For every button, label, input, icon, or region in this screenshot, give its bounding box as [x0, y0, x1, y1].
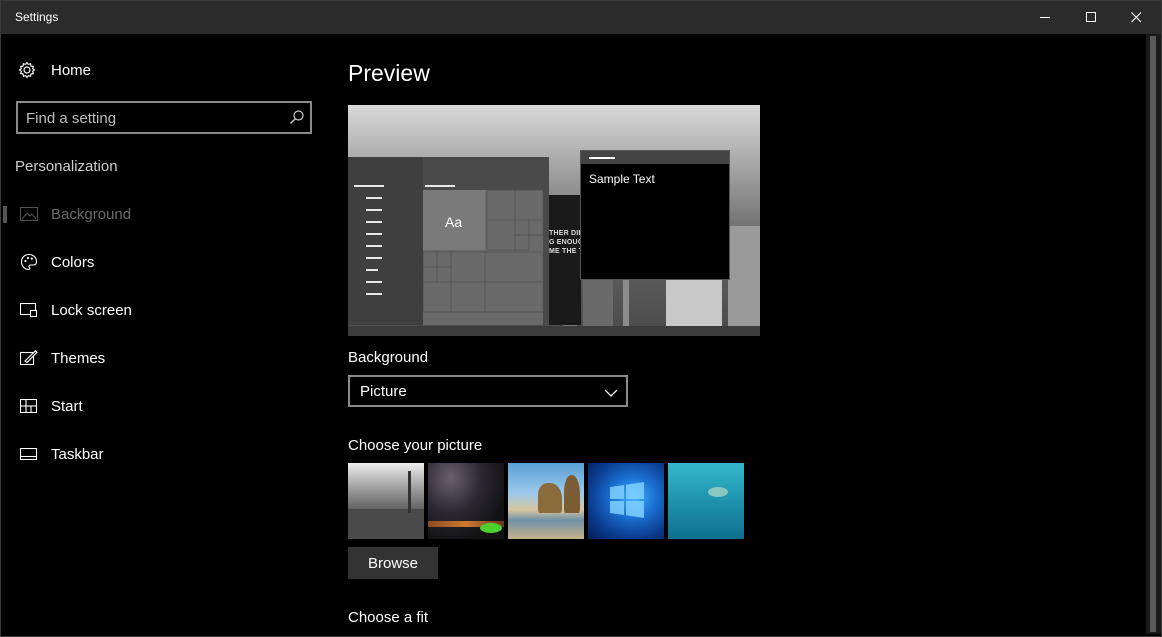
home-nav-item[interactable]: Home	[15, 56, 91, 84]
preview-rail-line	[366, 221, 382, 223]
scrollbar[interactable]	[1146, 34, 1161, 634]
sidebar-item-colors[interactable]: Colors	[3, 238, 329, 286]
brush-icon	[17, 346, 41, 370]
selection-indicator	[3, 206, 7, 223]
sidebar-item-label: Start	[51, 397, 83, 415]
preview-tiles: Aa	[423, 190, 543, 325]
choose-picture-label: Choose your picture	[348, 437, 483, 454]
sidebar-item-label: Colors	[51, 253, 95, 271]
search-box[interactable]	[16, 101, 312, 134]
preview-tiles-header	[425, 185, 455, 187]
preview-dark-area	[549, 195, 581, 325]
preview-building	[666, 276, 722, 326]
preview-building	[728, 226, 760, 326]
preview-rail-line	[366, 293, 382, 295]
scrollbar-thumb[interactable]	[1150, 36, 1156, 632]
preview-tile-grid	[423, 190, 543, 313]
preview-taskbar	[348, 326, 760, 336]
home-label: Home	[51, 61, 92, 79]
title-bar[interactable]: Settings	[1, 1, 1161, 34]
browse-button[interactable]: Browse	[348, 547, 438, 579]
sidebar-item-start[interactable]: Start	[3, 382, 329, 430]
window-title: Settings	[15, 10, 59, 24]
preview-rail-line	[366, 245, 382, 247]
maximize-button[interactable]	[1068, 1, 1114, 34]
preview-sample-text: Sample Text	[589, 172, 655, 186]
choose-fit-label: Choose a fit	[348, 609, 429, 626]
preview-window-titlebar	[581, 151, 729, 164]
sidebar-item-label: Taskbar	[51, 445, 104, 463]
sidebar-item-taskbar[interactable]: Taskbar	[3, 430, 329, 478]
background-preview: THER DIE G ENOUG ME THE T Aa Sample Text	[348, 105, 760, 336]
windows-logo-thumbnail[interactable]	[588, 463, 664, 539]
gear-icon	[15, 58, 39, 82]
chevron-down-icon	[604, 385, 618, 403]
underwater-thumbnail[interactable]	[668, 463, 744, 539]
preview-start-rail	[348, 157, 423, 325]
preview-start-menu: Aa	[348, 157, 549, 325]
page-title: Preview	[348, 60, 430, 86]
preview-wallpaper-text: THER DIE G ENOUG ME THE T	[549, 229, 583, 256]
sidebar-item-background[interactable]: Background	[3, 190, 329, 238]
maximize-icon	[1085, 12, 1096, 22]
preview-rail-line	[354, 185, 384, 187]
close-button[interactable]	[1113, 1, 1159, 34]
beach-rocks-thumbnail[interactable]	[508, 463, 584, 539]
background-dropdown-value: Picture	[360, 383, 407, 400]
minimize-icon	[1039, 17, 1050, 18]
preview-rail-line	[366, 209, 382, 211]
preview-rail-line	[366, 197, 382, 199]
taskbar-icon	[17, 442, 41, 466]
sidebar-item-label: Background	[51, 205, 132, 223]
background-dropdown[interactable]: Picture	[348, 375, 628, 407]
personalization-nav: Background Colors Lock screen Themes Sta…	[3, 190, 329, 478]
preview-rail-line	[366, 281, 382, 283]
wallpaper-text-line: ME THE T	[549, 248, 584, 255]
settings-window: Settings Home Personali	[0, 0, 1162, 637]
preview-rail-line	[366, 269, 378, 271]
sidebar-item-themes[interactable]: Themes	[3, 334, 329, 382]
close-icon	[1130, 12, 1141, 23]
preview-rail-line	[366, 257, 382, 259]
preview-window: Sample Text	[580, 150, 730, 280]
wallpaper-text-line: G ENOUG	[549, 239, 584, 246]
picture-icon	[17, 202, 41, 226]
lock-screen-icon	[17, 298, 41, 322]
picture-thumbnails	[348, 463, 744, 539]
background-label: Background	[348, 349, 429, 366]
palette-icon	[17, 250, 41, 274]
sidebar-item-label: Lock screen	[51, 301, 132, 319]
search-icon[interactable]	[289, 109, 305, 130]
wallpaper-text-line: THER DIE	[549, 230, 584, 237]
preview-rail-line	[366, 233, 382, 235]
city-skyline-thumbnail[interactable]	[348, 463, 424, 539]
section-title: Personalization	[15, 158, 118, 175]
night-sky-thumbnail[interactable]	[428, 463, 504, 539]
sidebar-item-label: Themes	[51, 349, 106, 367]
sidebar: Home Personalization Background Colors	[3, 34, 329, 634]
main-content: Preview THER DIE G ENOUG ME THE T Aa Sam…	[329, 34, 1145, 634]
minimize-button[interactable]	[1022, 1, 1068, 34]
sidebar-item-lock-screen[interactable]: Lock screen	[3, 286, 329, 334]
start-grid-icon	[17, 394, 41, 418]
search-input[interactable]	[26, 108, 276, 128]
